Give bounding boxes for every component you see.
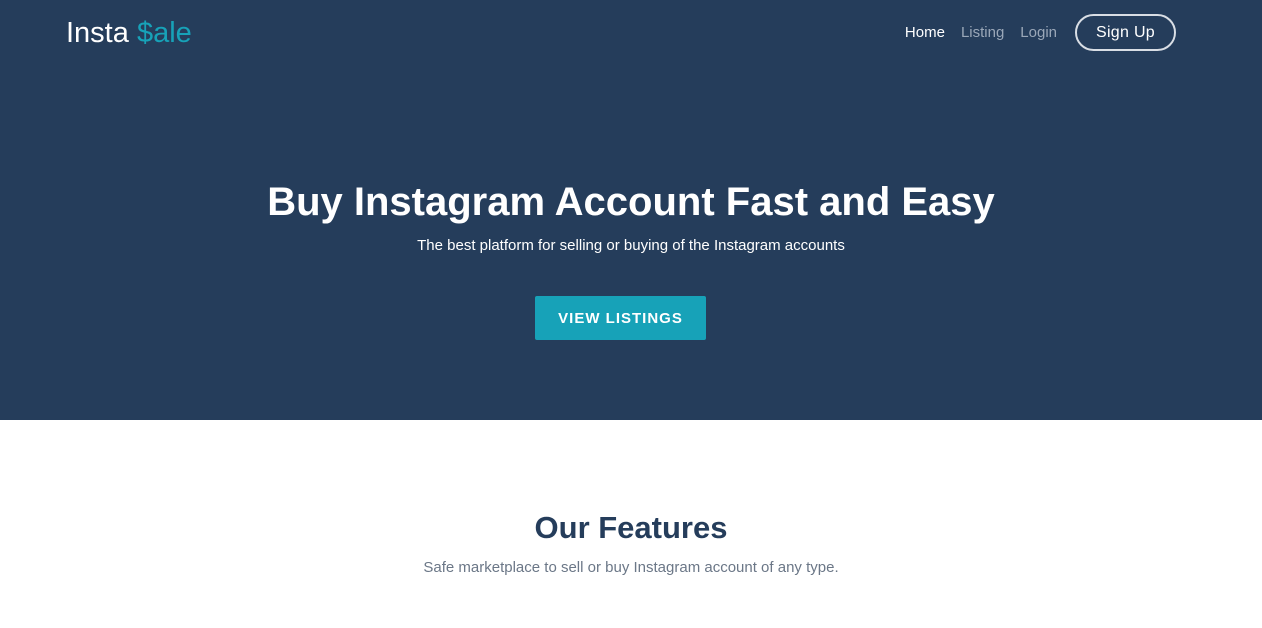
hero-section: Insta $ale Home Listing Login Sign Up Bu…	[0, 0, 1262, 420]
features-section: Our Features Safe marketplace to sell or…	[0, 420, 1262, 628]
view-listings-button[interactable]: VIEW LISTINGS	[535, 296, 706, 340]
sign-up-button[interactable]: Sign Up	[1075, 14, 1176, 51]
nav-item-listing[interactable]: Listing	[961, 24, 1004, 41]
hero-title: Buy Instagram Account Fast and Easy	[267, 180, 995, 224]
brand-logo[interactable]: Insta $ale	[66, 14, 192, 52]
hero-subtitle: The best platform for selling or buying …	[417, 237, 845, 254]
top-navbar: Insta $ale Home Listing Login Sign Up	[0, 0, 1262, 66]
brand-name-main: Insta	[66, 17, 137, 49]
features-subtitle: Safe marketplace to sell or buy Instagra…	[423, 559, 839, 576]
nav-item-home[interactable]: Home	[905, 24, 945, 41]
brand-name-accent: $ale	[136, 17, 192, 49]
nav-links: Home Listing Login Sign Up	[905, 14, 1176, 51]
features-title: Our Features	[534, 510, 728, 545]
nav-item-login[interactable]: Login	[1020, 24, 1057, 41]
